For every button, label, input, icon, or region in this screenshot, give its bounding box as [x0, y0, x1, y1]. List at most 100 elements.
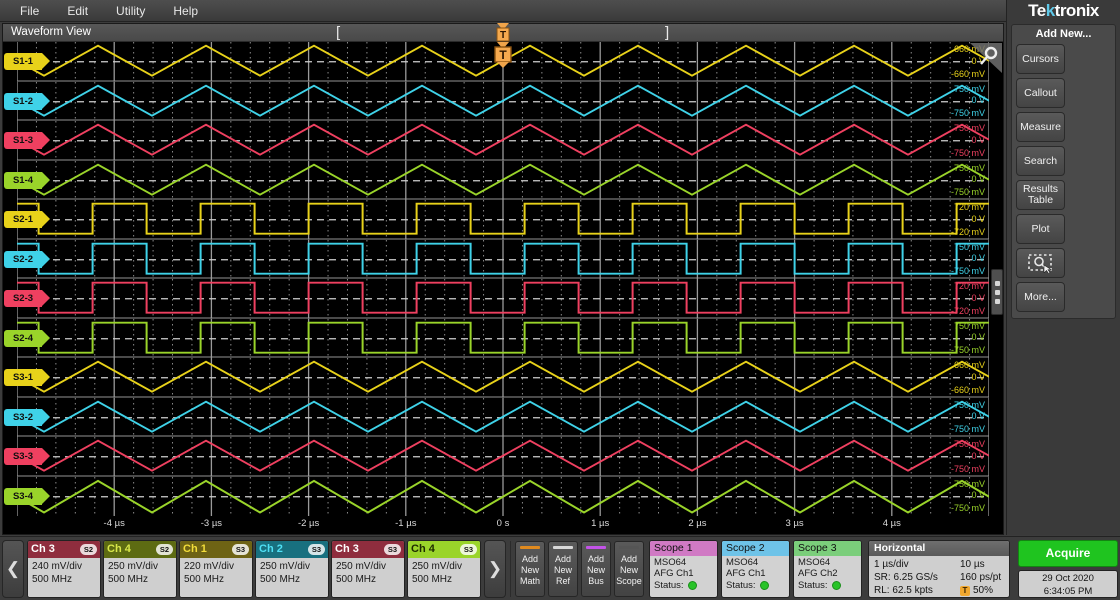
badge-pointer — [42, 172, 50, 188]
voltage-label-bottom: -750 mV — [951, 148, 985, 158]
add-new-scope-button[interactable]: AddNewScope — [614, 541, 644, 597]
scope-badge[interactable]: Scope 2MSO64AFG Ch1Status: — [721, 540, 790, 598]
horizontal-sample-rate: SR: 6.25 GS/s — [874, 571, 960, 584]
channel-badge[interactable]: Ch 4S3250 mV/div500 MHz — [407, 540, 481, 598]
menu-item-utility[interactable]: Utility — [102, 2, 159, 20]
scroll-right-button[interactable]: ❯ — [484, 540, 506, 598]
search-button[interactable]: Search — [1016, 146, 1065, 176]
waveform-slice[interactable]: S1-2750 mV0 V-750 mV — [17, 82, 989, 122]
button-label: Search — [1024, 156, 1057, 167]
zoom-select-button[interactable] — [1016, 248, 1065, 278]
scope-badge[interactable]: Scope 3MSO64AFG Ch2Status: — [793, 540, 862, 598]
callout-button[interactable]: Callout — [1016, 78, 1065, 108]
badge-pointer — [42, 211, 50, 227]
menu-item-file[interactable]: File — [6, 2, 53, 20]
add-label-1: Add — [522, 554, 538, 565]
time-tick-label: 1 µs — [591, 518, 609, 529]
channel-badge-s1-1[interactable]: S1-1 — [4, 53, 42, 70]
waveform-slice[interactable]: S3-2750 mV0 V-750 mV — [17, 398, 989, 438]
magnifier-icon[interactable] — [968, 43, 1002, 73]
waveform-slice[interactable]: S3-4750 mV0 V-750 mV — [17, 477, 989, 517]
channel-name: Ch 3 — [31, 543, 55, 555]
channel-badge[interactable]: Ch 3S2240 mV/div500 MHz — [27, 540, 101, 598]
menu-item-edit[interactable]: Edit — [53, 2, 102, 20]
plot-button[interactable]: Plot — [1016, 214, 1065, 244]
channel-badge-s2-1[interactable]: S2-1 — [4, 211, 42, 228]
channel-badge-s3-3[interactable]: S3-3 — [4, 448, 42, 465]
waveform-view-titlebar[interactable]: Waveform View [ ] T — [3, 24, 1003, 42]
add-label-2: New — [554, 565, 572, 576]
add-new-bus-button[interactable]: AddNewBus — [581, 541, 611, 597]
datetime-display: 29 Oct 2020 6:34:05 PM — [1018, 570, 1118, 598]
channel-body: 220 mV/div500 MHz — [180, 558, 252, 597]
horizontal-duration: 10 µs — [960, 558, 1004, 571]
zoom-bracket-right[interactable]: ] — [665, 25, 669, 40]
voltage-label-top: 750 mV — [954, 479, 985, 489]
acquire-button[interactable]: Acquire — [1018, 540, 1118, 567]
scope-status-label: Status: — [798, 580, 828, 592]
scope-afg: AFG Ch2 — [798, 568, 857, 580]
badge-pointer — [42, 53, 50, 69]
horizontal-badge[interactable]: Horizontal 1 µs/div 10 µs SR: 6.25 GS/s … — [868, 540, 1010, 598]
waveform-slice[interactable]: S2-1720 mV0 V-720 mV — [17, 200, 989, 240]
measure-button[interactable]: Measure — [1016, 112, 1065, 142]
channel-scope-pill: S3 — [460, 544, 477, 555]
scroll-left-button[interactable]: ❮ — [2, 540, 24, 598]
cursors-button[interactable]: Cursors — [1016, 44, 1065, 74]
waveform-slice[interactable]: S3-3750 mV0 V-750 mV — [17, 437, 989, 477]
scope-model: MSO64 — [654, 557, 713, 569]
channel-body: 250 mV/div500 MHz — [332, 558, 404, 597]
color-stripe — [586, 546, 606, 549]
waveform-slice[interactable]: S1-4750 mV0 V-750 mV — [17, 161, 989, 201]
add-new-math-button[interactable]: AddNewMath — [515, 541, 545, 597]
channel-scope-pill: S3 — [308, 544, 325, 555]
scope-title: Scope 2 — [722, 541, 789, 556]
channel-bandwidth: 500 MHz — [412, 573, 476, 586]
button-label: Results Table — [1017, 184, 1064, 206]
channel-badge-s1-4[interactable]: S1-4 — [4, 172, 42, 189]
more-button[interactable]: More... — [1016, 282, 1065, 312]
channel-badge[interactable]: Ch 1S3220 mV/div500 MHz — [179, 540, 253, 598]
results-table-button[interactable]: Results Table — [1016, 180, 1065, 210]
add-label-1: Add — [621, 554, 637, 565]
channel-badge[interactable]: Ch 4S2250 mV/div500 MHz — [103, 540, 177, 598]
voltage-label-mid: 0 V — [971, 174, 985, 184]
time-tick-label: 3 µs — [786, 518, 804, 529]
trigger-marker-icon[interactable]: T — [492, 42, 514, 68]
waveform-slice[interactable]: S1-3750 mV0 V-750 mV — [17, 121, 989, 161]
color-stripe — [553, 546, 573, 549]
channel-badge-s2-2[interactable]: S2-2 — [4, 251, 42, 268]
waveform-slice[interactable]: S2-3720 mV0 V-720 mV — [17, 279, 989, 319]
channel-badge-s1-2[interactable]: S1-2 — [4, 93, 42, 110]
add-new-ref-button[interactable]: AddNewRef — [548, 541, 578, 597]
voltage-label-top: 720 mV — [954, 202, 985, 212]
voltage-labels: 750 mV0 V-750 mV — [931, 477, 987, 517]
badge-pointer — [42, 330, 50, 346]
panel-resize-handle[interactable] — [991, 269, 1003, 315]
channel-badge-s3-1[interactable]: S3-1 — [4, 369, 42, 386]
waveform-slice[interactable]: S2-4750 mV0 V-750 mV — [17, 319, 989, 359]
channel-badge-s3-4[interactable]: S3-4 — [4, 488, 42, 505]
zoom-area-icon — [1027, 253, 1055, 273]
waveform-slice[interactable]: S3-1660 mV0 V-660 mV — [17, 358, 989, 398]
trigger-marker-top-icon[interactable]: T — [493, 23, 513, 43]
tektronix-logo: Tektronix — [1007, 0, 1120, 22]
time-tick-label: 2 µs — [688, 518, 706, 529]
channel-badge-s1-3[interactable]: S1-3 — [4, 132, 42, 149]
channel-badge-s3-2[interactable]: S3-2 — [4, 409, 42, 426]
voltage-label-mid: 0 V — [971, 332, 985, 342]
channel-badge[interactable]: Ch 2S3250 mV/div500 MHz — [255, 540, 329, 598]
menu-item-help[interactable]: Help — [159, 2, 212, 20]
zoom-bracket-left[interactable]: [ — [336, 25, 340, 40]
channel-name: Ch 1 — [183, 543, 207, 555]
waveform-slice[interactable]: S2-2750 mV0 V-750 mV — [17, 240, 989, 280]
channel-badge-label: S1-3 — [13, 135, 33, 146]
voltage-label-mid: 0 V — [971, 411, 985, 421]
scope-badge[interactable]: Scope 1MSO64AFG Ch1Status: — [649, 540, 718, 598]
channel-badge[interactable]: Ch 3S3250 mV/div500 MHz — [331, 540, 405, 598]
time-label: 6:34:05 PM — [1019, 585, 1117, 598]
channel-badge-s2-3[interactable]: S2-3 — [4, 290, 42, 307]
channel-badge-s2-4[interactable]: S2-4 — [4, 330, 42, 347]
trigger-position-icon: T — [960, 586, 970, 596]
waveform-grid[interactable]: S1-1660 mV0 V-660 mVS1-2750 mV0 V-750 mV… — [3, 42, 1003, 534]
